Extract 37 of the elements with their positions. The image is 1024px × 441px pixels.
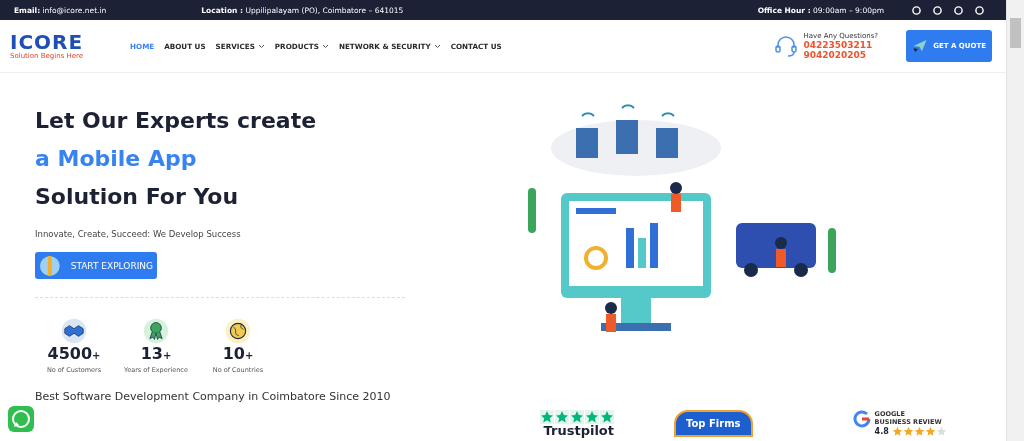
star-icon [600,410,614,424]
rating-text: 4.8 [874,427,889,436]
paper-plane-icon [912,37,928,55]
handshake-icon [61,318,87,344]
star-icon [570,410,584,424]
logo-text[interactable]: ICORE [10,32,130,52]
hero-subtitle: Innovate, Create, Succeed: We Develop Success [35,229,242,239]
stat-number: 10+ [222,344,254,365]
star-icon [540,410,554,424]
social-icon[interactable] [933,5,942,15]
star-icon [913,426,925,437]
social-icon[interactable] [912,5,921,15]
circle-stripe-icon [39,254,61,277]
headset-icon [773,34,798,58]
social-icon[interactable] [975,5,984,15]
hero-heading-line: Solution For You [35,183,240,211]
hero-heading-line: Let Our Experts create [35,107,318,135]
award-ribbon-icon [143,318,169,344]
star-icon [555,410,569,424]
hero-heading-line: a Mobile App [35,145,198,173]
trustpilot-text: Trustpilot [543,424,614,438]
star-icon [924,426,936,437]
stat-number: 4500+ [47,344,101,365]
scrollbar[interactable] [1006,0,1024,441]
star-icon [891,426,903,437]
phone-link[interactable]: 9042020205 [803,50,878,60]
stat-number: 13+ [140,344,172,365]
start-exploring-button[interactable]: START EXPLORING [35,252,157,279]
phone-link[interactable]: 04223503211 [803,40,878,50]
star-icon [902,426,914,437]
social-icon[interactable] [954,5,963,15]
google-g-icon [852,410,871,428]
top-firms-badge[interactable]: Top Firms [674,410,753,437]
globe-icon [225,318,251,344]
star-icon [585,410,599,424]
trustpilot-badge[interactable]: Trustpilot [540,410,614,438]
company-tagline: Best Software Development Company in Coimbatore Since 2010 [35,390,392,403]
